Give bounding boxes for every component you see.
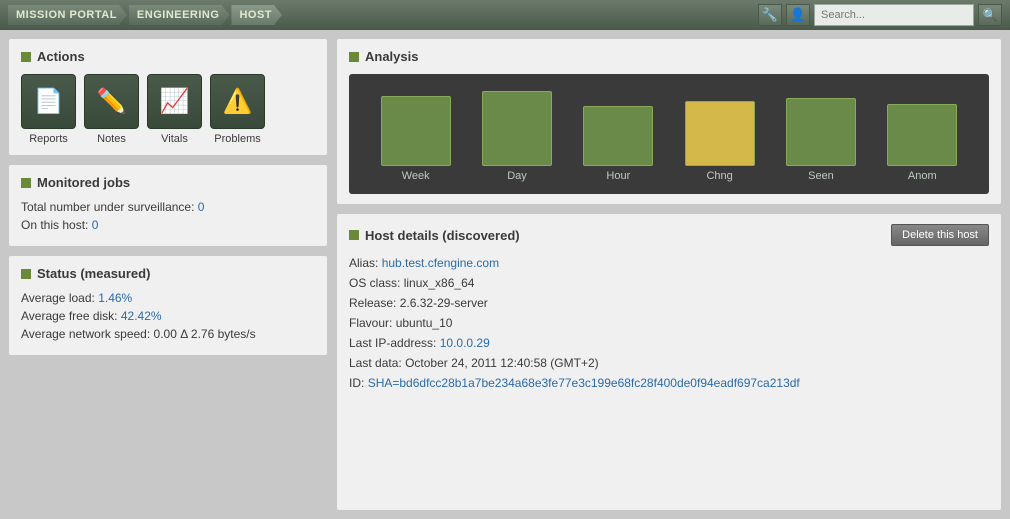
- avg-load-line: Average load: 1.46%: [21, 291, 315, 305]
- on-host-value[interactable]: 0: [92, 218, 99, 232]
- flavour-line: Flavour: ubuntu_10: [349, 316, 989, 330]
- chart-bar-week[interactable]: [381, 96, 451, 166]
- reports-icon: 📄: [21, 74, 76, 129]
- reports-label: Reports: [29, 133, 68, 145]
- actions-panel: Actions 📄 Reports ✏️ Notes 📈 Vitals ⚠️ P…: [8, 38, 328, 156]
- chart-bar-group-chng: Chng: [685, 101, 755, 182]
- chart-bar-chng[interactable]: [685, 101, 755, 166]
- chart-label-week: Week: [402, 170, 430, 182]
- monitored-jobs-panel: Monitored jobs Total number under survei…: [8, 164, 328, 247]
- title-square5: [349, 230, 359, 240]
- host-details-header: Host details (discovered) Delete this ho…: [349, 224, 989, 246]
- last-data-value: October 24, 2011 12:40:58 (GMT+2): [405, 356, 599, 370]
- alias-line: Alias: hub.test.cfengine.com: [349, 256, 989, 270]
- total-value[interactable]: 0: [198, 200, 205, 214]
- right-panel: Analysis Week Day Hour Chng Seen Anom Host de…: [336, 38, 1002, 511]
- notes-label: Notes: [97, 133, 126, 145]
- breadcrumb-host[interactable]: HOST: [231, 5, 282, 25]
- avg-network-line: Average network speed: 0.00 Δ 2.76 bytes…: [21, 327, 315, 341]
- topbar-right: 🔧 👤 🔍: [758, 4, 1002, 26]
- last-data-line: Last data: October 24, 2011 12:40:58 (GM…: [349, 356, 989, 370]
- action-reports[interactable]: 📄 Reports: [21, 74, 76, 145]
- chart-label-seen: Seen: [808, 170, 834, 182]
- avg-network-value: 0.00 Δ 2.76 bytes/s: [154, 327, 256, 341]
- chart-bar-seen[interactable]: [786, 98, 856, 166]
- chart-bar-group-day: Day: [482, 91, 552, 182]
- chart-bar-anom[interactable]: [887, 104, 957, 166]
- avg-disk-line: Average free disk: 42.42%: [21, 309, 315, 323]
- action-problems[interactable]: ⚠️ Problems: [210, 74, 265, 145]
- on-host-line: On this host: 0: [21, 218, 315, 232]
- chart-area: Week Day Hour Chng Seen Anom: [349, 74, 989, 194]
- status-panel: Status (measured) Average load: 1.46% Av…: [8, 255, 328, 356]
- chart-label-hour: Hour: [606, 170, 630, 182]
- avg-load-value: 1.46%: [98, 291, 132, 305]
- release-line: Release: 2.6.32-29-server: [349, 296, 989, 310]
- vitals-icon: 📈: [147, 74, 202, 129]
- chart-bar-day[interactable]: [482, 91, 552, 166]
- settings-icon[interactable]: 🔧: [758, 4, 782, 26]
- ip-line: Last IP-address: 10.0.0.29: [349, 336, 989, 350]
- chart-bar-group-seen: Seen: [786, 98, 856, 182]
- title-square4: [349, 52, 359, 62]
- vitals-label: Vitals: [161, 133, 188, 145]
- notes-icon: ✏️: [84, 74, 139, 129]
- avg-disk-value: 42.42%: [121, 309, 162, 323]
- chart-label-day: Day: [507, 170, 527, 182]
- release-value: 2.6.32-29-server: [400, 296, 488, 310]
- chart-label-anom: Anom: [908, 170, 937, 182]
- chart-bar-group-hour: Hour: [583, 106, 653, 182]
- problems-label: Problems: [214, 133, 260, 145]
- flavour-value: ubuntu_10: [396, 316, 453, 330]
- chart-bar-group-week: Week: [381, 96, 451, 182]
- status-title: Status (measured): [21, 266, 315, 281]
- breadcrumb-engineering[interactable]: ENGINEERING: [129, 5, 230, 25]
- alias-value: hub.test.cfengine.com: [382, 256, 499, 270]
- title-square: [21, 52, 31, 62]
- breadcrumb-mission-portal[interactable]: MISSION PORTAL: [8, 5, 127, 25]
- host-details-title: Host details (discovered): [349, 228, 520, 243]
- title-square3: [21, 269, 31, 279]
- actions-title: Actions: [21, 49, 315, 64]
- total-surveillance-line: Total number under surveillance: 0: [21, 200, 315, 214]
- problems-icon: ⚠️: [210, 74, 265, 129]
- chart-label-chng: Chng: [706, 170, 732, 182]
- title-square2: [21, 178, 31, 188]
- search-button[interactable]: 🔍: [978, 4, 1002, 26]
- main-content: Actions 📄 Reports ✏️ Notes 📈 Vitals ⚠️ P…: [0, 30, 1010, 519]
- analysis-title: Analysis: [349, 49, 989, 64]
- action-vitals[interactable]: 📈 Vitals: [147, 74, 202, 145]
- search-input[interactable]: [814, 4, 974, 26]
- chart-bar-hour[interactable]: [583, 106, 653, 166]
- os-line: OS class: linux_x86_64: [349, 276, 989, 290]
- os-value: linux_x86_64: [404, 276, 475, 290]
- id-value: SHA=bd6dfcc28b1a7be234a68e3fe77e3c199e68…: [368, 376, 800, 390]
- id-line: ID: SHA=bd6dfcc28b1a7be234a68e3fe77e3c19…: [349, 376, 989, 390]
- chart-bar-group-anom: Anom: [887, 104, 957, 182]
- actions-grid: 📄 Reports ✏️ Notes 📈 Vitals ⚠️ Problems: [21, 74, 315, 145]
- action-notes[interactable]: ✏️ Notes: [84, 74, 139, 145]
- ip-value: 10.0.0.29: [440, 336, 490, 350]
- user-icon[interactable]: 👤: [786, 4, 810, 26]
- analysis-panel: Analysis Week Day Hour Chng Seen Anom: [336, 38, 1002, 205]
- left-panel: Actions 📄 Reports ✏️ Notes 📈 Vitals ⚠️ P…: [8, 38, 328, 511]
- delete-host-button[interactable]: Delete this host: [891, 224, 989, 246]
- monitored-jobs-title: Monitored jobs: [21, 175, 315, 190]
- host-details-panel: Host details (discovered) Delete this ho…: [336, 213, 1002, 511]
- topbar: MISSION PORTAL ENGINEERING HOST 🔧 👤 🔍: [0, 0, 1010, 30]
